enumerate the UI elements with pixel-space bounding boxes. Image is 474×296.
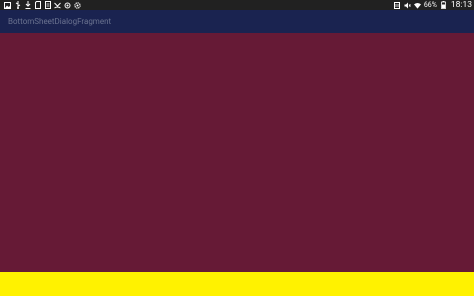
toolbar-title: BottomSheetDialogFragment (8, 16, 112, 26)
nfc-icon (394, 1, 401, 9)
wifi-icon (413, 1, 421, 9)
document-icon (44, 1, 51, 9)
mute-icon (404, 1, 411, 9)
main-content-area[interactable] (0, 33, 474, 272)
cast-icon (64, 1, 71, 9)
usb-icon (14, 1, 21, 9)
status-bar: 66% 18:13 (0, 0, 474, 10)
missed-call-icon (54, 1, 61, 9)
bottom-sheet[interactable] (0, 272, 474, 296)
status-bar-notification-icons (4, 0, 84, 10)
download-icon (24, 1, 31, 9)
battery-percentage: 66% (423, 1, 437, 9)
app-screen: 66% 18:13 BottomSheetDialogFragment (0, 0, 474, 296)
sd-card-icon (34, 1, 41, 9)
settings-icon (74, 1, 81, 9)
app-toolbar: BottomSheetDialogFragment (0, 10, 474, 33)
status-bar-clock: 18:13 (450, 0, 472, 10)
battery-icon (440, 1, 447, 9)
status-bar-system-icons: 66% 18:13 (393, 0, 472, 10)
image-icon (4, 1, 11, 9)
